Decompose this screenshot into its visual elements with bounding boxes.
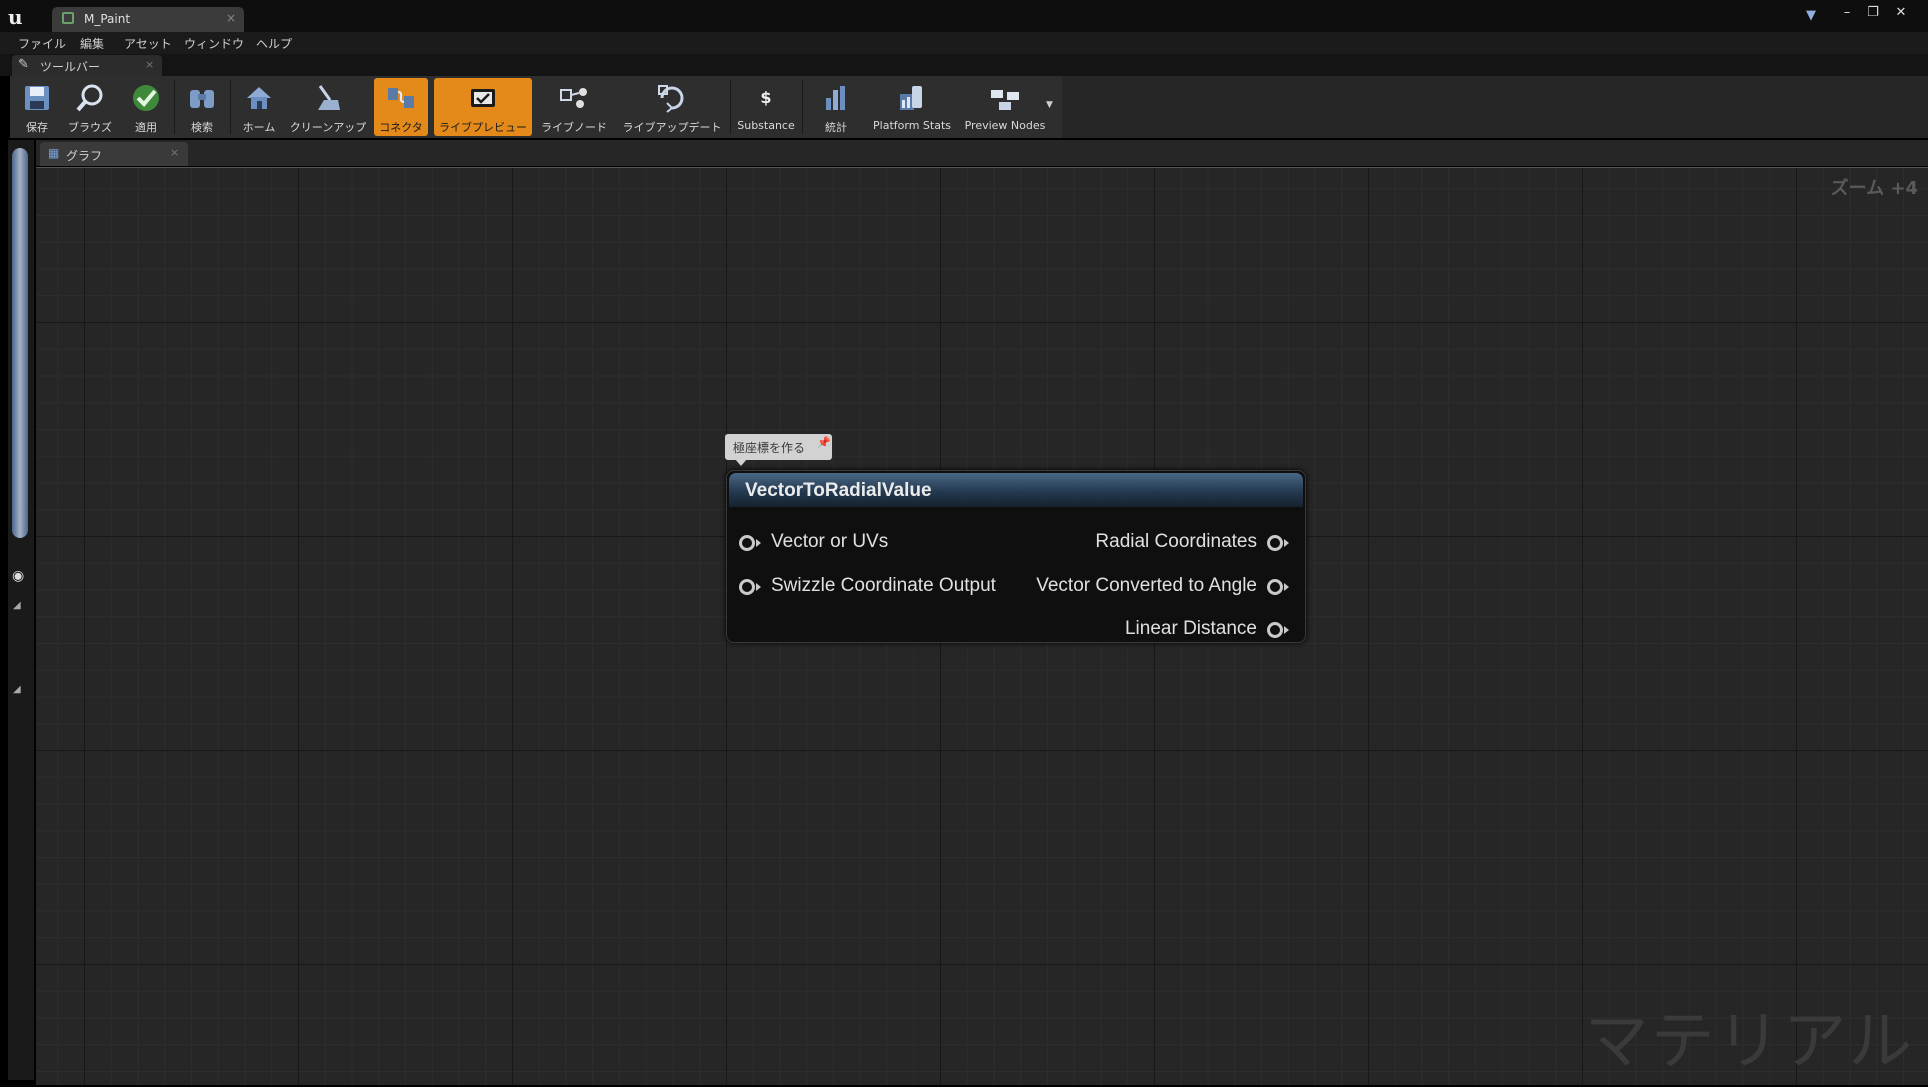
- wrench-icon: ✎: [18, 57, 29, 72]
- live-preview-button[interactable]: ライブプレビュー: [434, 78, 532, 136]
- toolbar-separator: [230, 80, 231, 134]
- unreal-logo-icon: u: [8, 5, 23, 29]
- output-label: Linear Distance: [1124, 618, 1257, 639]
- broom-icon: [311, 81, 345, 115]
- toolbar-overflow-chevron-down-icon[interactable]: ▼: [1046, 100, 1053, 110]
- pin-icon[interactable]: 📌: [817, 436, 831, 449]
- save-icon: [20, 81, 54, 115]
- live-update-label: ライブアップデート: [622, 121, 722, 134]
- vertical-scrollbar[interactable]: [12, 148, 28, 538]
- live-update-icon: [655, 81, 689, 115]
- close-window-button[interactable]: ✕: [1890, 4, 1912, 22]
- menu-window[interactable]: ウィンドウ: [184, 35, 244, 52]
- node-title: VectorToRadialValue: [745, 480, 932, 501]
- live-nodes-label: ライブノード: [541, 121, 607, 134]
- notification-icon[interactable]: ▼: [1806, 8, 1822, 23]
- output-label: Radial Coordinates: [1095, 531, 1257, 552]
- preview-nodes-icon: [988, 81, 1022, 115]
- camera-icon[interactable]: ◉: [12, 568, 30, 586]
- menu-asset[interactable]: アセット: [124, 35, 172, 52]
- output-pin-radial-coordinates[interactable]: [1267, 534, 1289, 552]
- toolbar-tab-close-button[interactable]: ×: [145, 58, 154, 71]
- preview-nodes-label: Preview Nodes: [964, 119, 1046, 132]
- save-button[interactable]: 保存: [14, 78, 60, 136]
- graph-tab-row: [36, 140, 1928, 166]
- home-label: ホーム: [242, 121, 276, 134]
- platform-stats-icon: [895, 81, 929, 115]
- live-nodes-icon: [557, 81, 591, 115]
- connector-button[interactable]: コネクタ: [374, 78, 428, 136]
- substance-button[interactable]: $ Substance: [734, 78, 798, 136]
- stats-button[interactable]: 統計: [806, 78, 866, 136]
- menu-help[interactable]: ヘルプ: [256, 35, 292, 52]
- platform-stats-label: Platform Stats: [873, 119, 951, 132]
- collapse-arrow-icon[interactable]: ◢: [13, 684, 21, 695]
- check-icon: [129, 81, 163, 115]
- title-bar: u M_Paint × ▼ – ❐ ✕: [0, 0, 1928, 32]
- material-node[interactable]: VectorToRadialValue Vector or UVs Swizzl…: [726, 470, 1306, 643]
- live-nodes-button[interactable]: ライブノード: [538, 78, 610, 136]
- menu-edit[interactable]: 編集: [80, 35, 104, 52]
- connector-icon: [384, 81, 418, 115]
- restore-button[interactable]: ❐: [1862, 4, 1884, 22]
- toolbar-separator: [802, 80, 803, 134]
- input-pin-vector-or-uvs[interactable]: [739, 534, 761, 552]
- output-pin-vector-converted-to-angle[interactable]: [1267, 578, 1289, 596]
- toolbar-separator: [174, 80, 175, 134]
- live-preview-label: ライブプレビュー: [439, 121, 527, 134]
- comment-pointer: [735, 459, 747, 466]
- save-label: 保存: [26, 121, 48, 134]
- graph-icon: ▦: [48, 146, 60, 160]
- preview-nodes-button[interactable]: Preview Nodes: [960, 78, 1050, 136]
- apply-label: 適用: [135, 121, 157, 134]
- live-preview-icon: [466, 81, 500, 115]
- cleanup-label: クリーンアップ: [289, 121, 367, 134]
- graph-watermark: マテリアル: [1584, 1005, 1914, 1079]
- input-pin-swizzle-coordinate-output[interactable]: [739, 578, 761, 596]
- substance-label: Substance: [737, 119, 795, 132]
- toolbar-tab-label: ツールバー: [40, 60, 101, 74]
- find-button[interactable]: 検索: [178, 78, 226, 136]
- toolbar-separator: [730, 80, 731, 134]
- substance-icon: $: [760, 88, 772, 107]
- platform-stats-button[interactable]: Platform Stats: [868, 78, 956, 136]
- find-label: 検索: [191, 121, 213, 134]
- browse-label: ブラウズ: [68, 121, 112, 134]
- material-asset-icon: [62, 12, 74, 24]
- cleanup-button[interactable]: クリーンアップ: [288, 78, 368, 136]
- node-comment-text: 極座標を作る: [733, 441, 806, 455]
- input-label: Vector or UVs: [771, 531, 889, 552]
- collapse-arrow-icon[interactable]: ◢: [13, 600, 21, 611]
- connector-label: コネクタ: [379, 121, 423, 134]
- menu-file[interactable]: ファイル: [18, 35, 66, 52]
- apply-button[interactable]: 適用: [122, 78, 170, 136]
- toolbar-tab-row: ✎ ツールバー ×: [0, 54, 1928, 76]
- graph-tab-label: グラフ: [66, 149, 103, 163]
- output-label: Vector Converted to Angle: [1036, 575, 1257, 596]
- document-tab-label: M_Paint: [84, 12, 131, 26]
- menu-bar: ファイル 編集 アセット ウィンドウ ヘルプ: [0, 32, 1928, 54]
- input-label: Swizzle Coordinate Output: [771, 575, 996, 596]
- live-update-button[interactable]: ライブアップデート: [616, 78, 728, 136]
- document-tab[interactable]: M_Paint ×: [52, 7, 244, 32]
- home-icon: [242, 81, 276, 115]
- stats-icon: [819, 81, 853, 115]
- search-icon: [73, 81, 107, 115]
- output-pin-linear-distance[interactable]: [1267, 621, 1289, 639]
- document-tab-close-button[interactable]: ×: [226, 11, 236, 25]
- graph-tab[interactable]: ▦ グラフ ×: [40, 142, 188, 166]
- toolbar-tab[interactable]: ✎ ツールバー ×: [12, 55, 162, 76]
- browse-button[interactable]: ブラウズ: [64, 78, 116, 136]
- zoom-level: ズーム +4: [1830, 178, 1918, 199]
- home-button[interactable]: ホーム: [234, 78, 284, 136]
- node-comment-bubble[interactable]: 極座標を作る 📌: [725, 434, 832, 460]
- node-header[interactable]: VectorToRadialValue: [729, 473, 1303, 507]
- binoculars-icon: [185, 81, 219, 115]
- stats-label: 統計: [825, 121, 847, 134]
- minimize-button[interactable]: –: [1836, 4, 1858, 22]
- graph-tab-close-button[interactable]: ×: [170, 146, 179, 159]
